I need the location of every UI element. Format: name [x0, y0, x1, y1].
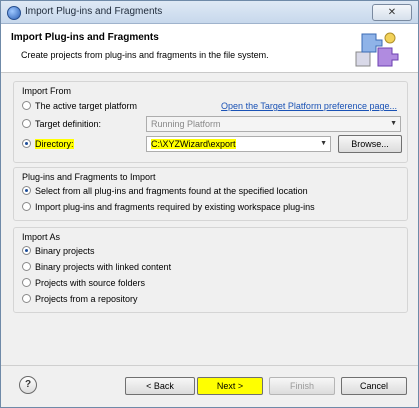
help-icon[interactable]: ?: [19, 376, 37, 394]
select-all-plugins-label: Select from all plug-ins and fragments f…: [35, 186, 308, 196]
radio-icon: [22, 262, 31, 271]
import-from-label: Import From: [22, 86, 72, 96]
plugin-import-graphic-icon: [355, 32, 399, 67]
import-from-group: Import From The active target platform O…: [13, 81, 408, 163]
browse-button[interactable]: Browse...: [338, 135, 402, 153]
active-target-platform-label: The active target platform: [35, 101, 138, 111]
page-description: Create projects from plug-ins and fragme…: [21, 50, 269, 60]
eclipse-app-icon: [7, 6, 21, 20]
source-folders-option[interactable]: Projects with source folders: [22, 278, 145, 292]
repository-projects-label: Projects from a repository: [35, 294, 138, 304]
directory-combo[interactable]: C:\XYZWizard\export ▼: [146, 136, 331, 152]
chevron-down-icon: ▼: [390, 120, 397, 127]
radio-icon: [22, 202, 31, 211]
plugins-to-import-label: Plug-ins and Fragments to Import: [22, 172, 156, 182]
binary-linked-content-option[interactable]: Binary projects with linked content: [22, 262, 171, 276]
radio-icon: [22, 186, 31, 195]
import-dialog: Import Plug-ins and Fragments ✕ Import P…: [0, 0, 419, 408]
directory-value: C:\XYZWizard\export: [151, 139, 236, 149]
active-target-platform-option[interactable]: The active target platform: [22, 101, 137, 115]
chevron-down-icon: ▼: [320, 140, 327, 147]
radio-icon: [22, 294, 31, 303]
back-button[interactable]: < Back: [125, 377, 195, 395]
plugins-to-import-group: Plug-ins and Fragments to Import Select …: [13, 167, 408, 221]
radio-icon: [22, 139, 31, 148]
target-definition-select[interactable]: Running Platform ▼: [146, 116, 401, 132]
wizard-header: Import Plug-ins and Fragments Create pro…: [1, 24, 418, 73]
select-all-plugins-option[interactable]: Select from all plug-ins and fragments f…: [22, 186, 308, 200]
radio-icon: [22, 101, 31, 110]
next-button[interactable]: Next >: [197, 377, 263, 395]
radio-icon: [22, 119, 31, 128]
binary-projects-label: Binary projects: [35, 246, 95, 256]
title-bar[interactable]: Import Plug-ins and Fragments ✕: [1, 1, 418, 24]
directory-option[interactable]: Directory:: [22, 139, 74, 153]
target-definition-option[interactable]: Target definition:: [22, 119, 101, 133]
cancel-button[interactable]: Cancel: [341, 377, 407, 395]
directory-label: Directory:: [35, 139, 74, 149]
import-as-label: Import As: [22, 232, 61, 242]
window-title: Import Plug-ins and Fragments: [25, 6, 163, 17]
target-definition-value: Running Platform: [151, 119, 221, 129]
source-folders-label: Projects with source folders: [35, 278, 146, 288]
import-as-group: Import As Binary projects Binary project…: [13, 227, 408, 313]
import-required-plugins-option[interactable]: Import plug-ins and fragments required b…: [22, 202, 315, 216]
radio-icon: [22, 246, 31, 255]
radio-icon: [22, 278, 31, 287]
binary-linked-content-label: Binary projects with linked content: [35, 262, 172, 272]
import-required-plugins-label: Import plug-ins and fragments required b…: [35, 202, 315, 212]
target-definition-label: Target definition:: [35, 119, 102, 129]
finish-button[interactable]: Finish: [269, 377, 335, 395]
page-title: Import Plug-ins and Fragments: [11, 32, 159, 43]
target-platform-preference-link[interactable]: Open the Target Platform preference page…: [221, 101, 397, 111]
binary-projects-option[interactable]: Binary projects: [22, 246, 95, 260]
footer-separator: [1, 365, 418, 366]
repository-projects-option[interactable]: Projects from a repository: [22, 294, 138, 308]
close-button[interactable]: ✕: [372, 4, 412, 21]
